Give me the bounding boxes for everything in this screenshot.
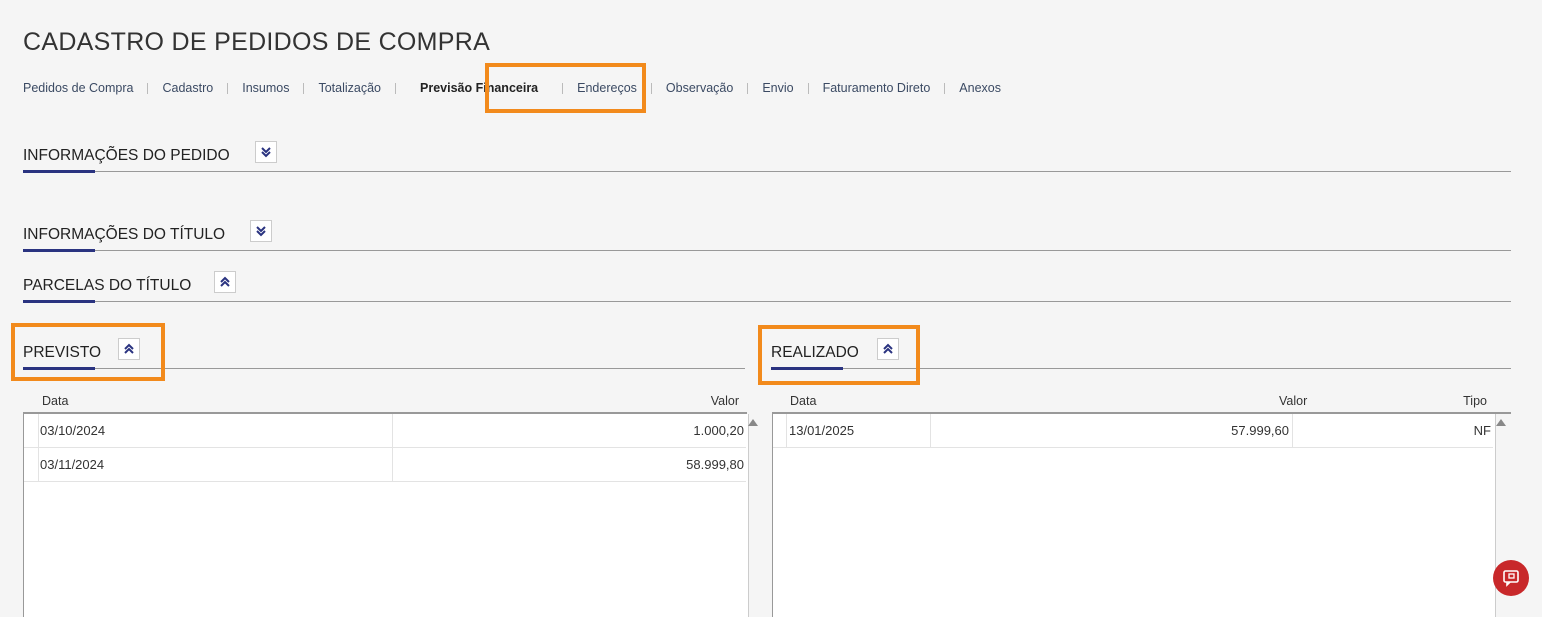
expand-section-button[interactable] [255, 141, 277, 163]
collapse-section-button[interactable] [214, 271, 236, 293]
table-row[interactable]: 03/11/2024 58.999,80 [24, 448, 746, 482]
tab-separator [807, 82, 809, 94]
cell-tipo: NF [1473, 423, 1491, 438]
column-header-data[interactable]: Data [790, 394, 816, 408]
section-title: INFORMAÇÕES DO PEDIDO [23, 147, 230, 164]
previsto-grid: 03/10/2024 1.000,20 03/11/2024 58.999,80 [23, 414, 749, 617]
tab-insumos[interactable]: Insumos [242, 81, 289, 95]
tab-separator [227, 82, 229, 94]
chevron-double-down-icon [256, 226, 266, 237]
table-row[interactable]: 03/10/2024 1.000,20 [24, 414, 746, 448]
column-divider [1292, 414, 1293, 448]
expand-section-button[interactable] [250, 220, 272, 242]
cell-valor: 1.000,20 [693, 423, 744, 438]
cell-valor: 58.999,80 [686, 457, 744, 472]
section-accent [23, 249, 95, 252]
column-divider [392, 414, 393, 448]
section-informacoes-do-titulo: INFORMAÇÕES DO TÍTULO [23, 220, 1511, 252]
feedback-icon [1503, 570, 1519, 587]
realizado-grid: 13/01/2025 57.999,60 NF [772, 414, 1496, 617]
highlight-realizado [758, 325, 920, 385]
column-header-tipo[interactable]: Tipo [1463, 394, 1487, 408]
realizado-grid-header: Data Valor Tipo [772, 392, 1511, 414]
column-header-valor[interactable]: Valor [711, 394, 739, 408]
column-divider [392, 448, 393, 482]
tab-anexos[interactable]: Anexos [959, 81, 1001, 95]
tab-separator [944, 82, 946, 94]
highlight-previsto [11, 323, 165, 381]
section-accent [23, 300, 95, 303]
cell-data: 13/01/2025 [789, 423, 855, 438]
tab-pedidos-de-compra[interactable]: Pedidos de Compra [23, 81, 133, 95]
tab-separator [747, 82, 749, 94]
cell-data: 03/11/2024 [40, 457, 105, 472]
previsto-scroll-up-icon[interactable] [748, 419, 758, 426]
tab-totalizacao[interactable]: Totalização [318, 81, 381, 95]
column-divider [930, 414, 931, 448]
column-header-valor[interactable]: Valor [1279, 394, 1307, 408]
cell-valor: 57.999,60 [1231, 423, 1289, 438]
tab-separator [650, 82, 652, 94]
section-title: PARCELAS DO TÍTULO [23, 277, 192, 294]
realizado-scroll-up-icon[interactable] [1496, 419, 1506, 426]
section-title: INFORMAÇÕES DO TÍTULO [23, 226, 226, 243]
tab-separator [147, 82, 149, 94]
page-title: CADASTRO DE PEDIDOS DE COMPRA [23, 28, 491, 56]
tab-cadastro[interactable]: Cadastro [162, 81, 213, 95]
tab-observacao[interactable]: Observação [666, 81, 733, 95]
tab-faturamento-direto[interactable]: Faturamento Direto [823, 81, 931, 95]
table-row[interactable]: 13/01/2025 57.999,60 NF [773, 414, 1493, 448]
section-informacoes-do-pedido: INFORMAÇÕES DO PEDIDO [23, 141, 1511, 173]
section-parcelas-do-titulo: PARCELAS DO TÍTULO [23, 271, 1511, 303]
tab-envio[interactable]: Envio [762, 81, 793, 95]
column-divider [38, 448, 39, 482]
chevron-double-up-icon [220, 276, 230, 287]
section-accent [23, 170, 95, 173]
highlight-active-tab [485, 63, 646, 113]
column-divider [38, 414, 39, 448]
cell-data: 03/10/2024 [40, 423, 106, 438]
column-divider [786, 414, 787, 448]
chevron-double-down-icon [261, 147, 271, 158]
tab-separator [395, 82, 397, 94]
feedback-button[interactable] [1493, 560, 1529, 596]
column-header-data[interactable]: Data [42, 394, 68, 408]
tab-separator [303, 82, 305, 94]
previsto-grid-header: Data Valor [23, 392, 747, 414]
